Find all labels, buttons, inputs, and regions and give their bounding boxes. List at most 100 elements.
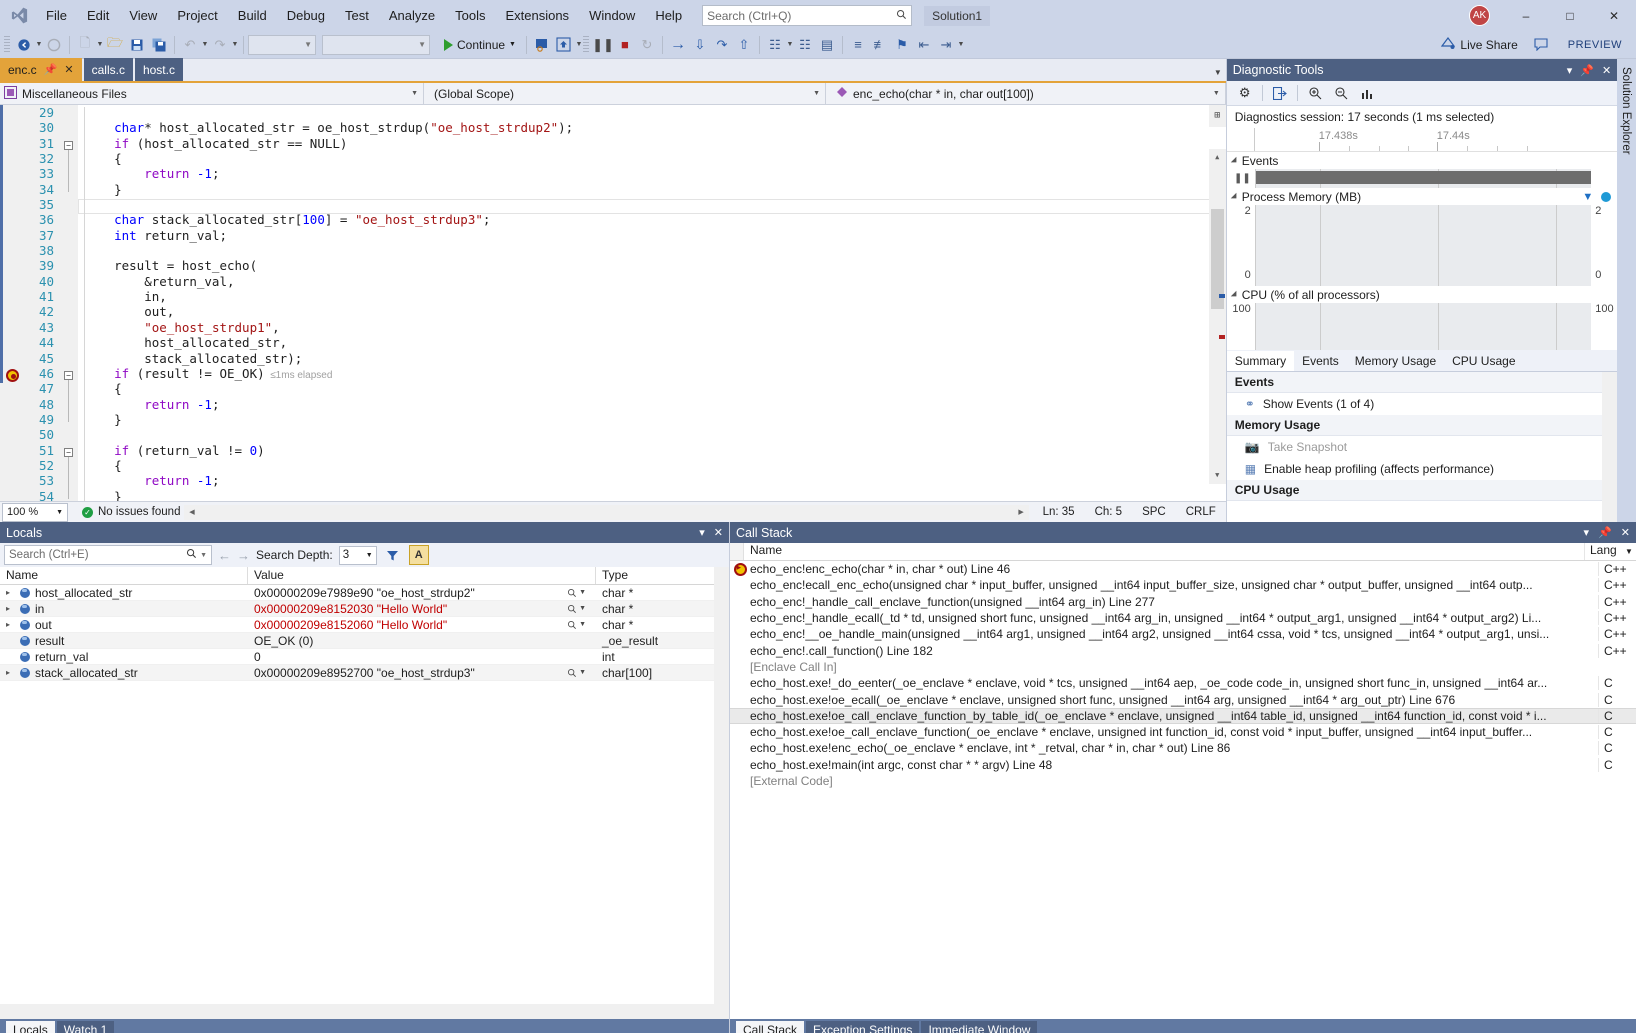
step-into-icon[interactable]: ⇩ (689, 34, 711, 56)
chevron-down-icon[interactable]: ▼ (1214, 68, 1222, 77)
toolbar-grip[interactable] (583, 36, 589, 54)
call-stack-row[interactable]: echo_host.exe!oe_call_enclave_function(_… (730, 724, 1636, 740)
code-line[interactable]: } (78, 182, 1226, 197)
tab-memory-usage[interactable]: Memory Usage (1347, 351, 1444, 371)
code-line[interactable]: { (78, 151, 1226, 166)
breakpoint-gutter[interactable] (0, 105, 26, 501)
tab-events[interactable]: Events (1294, 351, 1347, 371)
call-stack-row[interactable]: echo_enc!__oe_handle_main(unsigned __int… (730, 626, 1636, 642)
column-header-lang[interactable]: Lang (1584, 543, 1622, 560)
navigate-back-icon[interactable] (13, 34, 35, 56)
search-input[interactable]: Search (Ctrl+Q) (702, 5, 912, 26)
call-stack-row[interactable]: echo_host.exe!oe_ecall(_oe_enclave * enc… (730, 691, 1636, 707)
code-line[interactable]: } (78, 489, 1226, 501)
code-line[interactable]: { (78, 458, 1226, 473)
menu-help[interactable]: Help (645, 4, 692, 27)
value-visualizer-icon[interactable]: ▼ (567, 620, 590, 630)
call-stack-row[interactable]: echo_enc!_handle_call_enclave_function(u… (730, 594, 1636, 610)
code-line[interactable]: &return_val, (78, 274, 1226, 289)
code-line[interactable] (78, 197, 1226, 212)
project-selector[interactable]: Miscellaneous Files ▼ (0, 83, 424, 105)
navigate-back-dropdown-icon[interactable]: ▼ (35, 41, 43, 48)
redo-dropdown-icon[interactable]: ▼ (231, 41, 239, 48)
diagnostics-section-cpu[interactable]: CPU (% of all processors) (1227, 286, 1617, 303)
avatar[interactable]: AK (1469, 5, 1490, 26)
attach-process-icon[interactable] (531, 34, 553, 56)
save-all-icon[interactable] (148, 34, 170, 56)
locals-value-cell[interactable]: 0x00000209e8152030 "Hello World"▼ (248, 602, 596, 616)
comment-icon[interactable]: ≡ (847, 34, 869, 56)
code-line[interactable]: return -1; (78, 473, 1226, 488)
expand-toggle-icon[interactable]: ▸ (6, 588, 15, 597)
locals-value-cell[interactable]: 0x00000209e8952700 "oe_host_strdup3"▼ (248, 666, 596, 680)
window-minimize-icon[interactable]: ▾ (1567, 64, 1573, 77)
expand-toggle-icon[interactable]: ▸ (6, 620, 15, 629)
tab-cpu-usage[interactable]: CPU Usage (1444, 351, 1523, 371)
code-line[interactable]: return -1; (78, 166, 1226, 181)
threads-icon[interactable]: ☷ (764, 34, 786, 56)
value-visualizer-icon[interactable]: ▼ (567, 604, 590, 614)
table-row[interactable]: ▸stack_allocated_str0x00000209e8952700 "… (0, 665, 729, 681)
menu-build[interactable]: Build (228, 4, 277, 27)
column-header-name[interactable]: Name (744, 543, 1584, 560)
menu-extensions[interactable]: Extensions (495, 4, 579, 27)
diagnostics-section-events[interactable]: Events (1227, 152, 1617, 169)
menu-analyze[interactable]: Analyze (379, 4, 445, 27)
locals-name-cell[interactable]: ▸in (0, 602, 248, 616)
zoom-out-icon[interactable] (1329, 83, 1353, 104)
memory-plot[interactable] (1255, 205, 1591, 269)
editor-tab-host-c[interactable]: host.c (135, 58, 183, 81)
menu-test[interactable]: Test (335, 4, 379, 27)
table-row[interactable]: resultOE_OK (0)_oe_result (0, 633, 729, 649)
arrow-left-icon[interactable]: ← (218, 548, 231, 563)
cpu-plot[interactable] (1255, 303, 1591, 350)
code-line[interactable]: { (78, 381, 1226, 396)
code-line[interactable]: out, (78, 304, 1226, 319)
locals-search-input[interactable]: Search (Ctrl+E) ▼ (4, 545, 212, 565)
tab-watch-1[interactable]: Watch 1 (57, 1021, 115, 1033)
column-header-name[interactable]: Name (0, 567, 248, 584)
locals-value-cell[interactable]: OE_OK (0) (248, 634, 596, 648)
tab-immediate-window[interactable]: Immediate Window (921, 1021, 1037, 1033)
code-line[interactable] (78, 243, 1226, 258)
summary-row-show-events[interactable]: ⚭ Show Events (1 of 4) (1227, 393, 1617, 415)
code-line[interactable]: host_allocated_str, (78, 335, 1226, 350)
code-line[interactable]: result = host_echo( (78, 258, 1226, 273)
table-row[interactable]: ▸in0x00000209e8152030 "Hello World"▼char… (0, 601, 729, 617)
call-stack-row[interactable]: echo_host.exe!oe_call_enclave_function_b… (730, 708, 1636, 724)
feedback-icon[interactable] (1530, 34, 1552, 56)
chevron-down-icon[interactable]: ▼ (813, 90, 820, 97)
chevron-down-icon[interactable]: ▼ (366, 552, 373, 559)
code-line[interactable] (78, 105, 1226, 120)
split-view-icon[interactable]: ⊞ (1209, 105, 1226, 127)
locals-name-cell[interactable]: ▸out (0, 618, 248, 632)
prev-bookmark-icon[interactable]: ⇤ (913, 34, 935, 56)
locals-value-cell[interactable]: 0 (248, 650, 596, 664)
events-plot[interactable] (1255, 169, 1591, 188)
call-stack-grid[interactable]: Name Lang ▼ echo_enc!enc_echo(char * in,… (730, 543, 1636, 1019)
gear-icon[interactable]: ⚙ (1233, 83, 1257, 104)
fold-toggle-icon[interactable]: − (64, 371, 73, 380)
scroll-up-icon[interactable]: ▲ (1209, 149, 1226, 166)
arrow-right-icon[interactable]: → (237, 548, 250, 563)
code-folding-gutter[interactable]: −−− (60, 105, 78, 501)
open-file-icon[interactable]: 🗁 (104, 34, 126, 56)
call-stack-row[interactable]: echo_enc!_handle_ecall(_td * td, unsigne… (730, 610, 1636, 626)
menu-debug[interactable]: Debug (277, 4, 335, 27)
threads-dropdown-icon[interactable]: ▼ (786, 41, 794, 48)
issues-indicator[interactable]: ✓ No issues found (82, 506, 180, 518)
live-share-button[interactable]: Live Share (1435, 34, 1523, 56)
chevron-down-icon[interactable]: ▼ (56, 509, 63, 516)
maximize-icon[interactable]: □ (1548, 0, 1592, 31)
close-icon[interactable]: ✕ (714, 526, 723, 539)
locals-name-cell[interactable]: return_val (0, 650, 248, 664)
code-line[interactable]: if (host_allocated_str == NULL) (78, 136, 1226, 151)
menu-window[interactable]: Window (579, 4, 645, 27)
code-line[interactable]: in, (78, 289, 1226, 304)
code-line[interactable]: } (78, 412, 1226, 427)
tasks-icon[interactable]: ☷ (794, 34, 816, 56)
export-icon[interactable] (1268, 83, 1292, 104)
code-line[interactable]: int return_val; (78, 228, 1226, 243)
zoom-level-combo[interactable]: 100 % ▼ (2, 503, 68, 522)
chevron-down-icon[interactable]: ▼ (1622, 543, 1636, 560)
